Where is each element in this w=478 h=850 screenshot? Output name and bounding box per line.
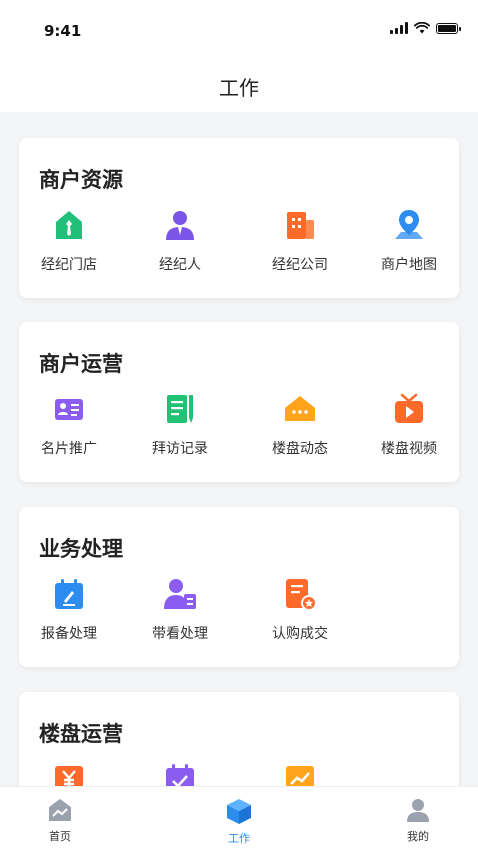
shortcut-card-promotion[interactable]: 名片推广 <box>19 392 119 458</box>
header: 9:41 工作 <box>0 0 478 112</box>
app-screen: 9:41 工作 商户资源 经纪门店 经纪人 经纪公司 商户地图 商户运营 名片推… <box>0 0 478 850</box>
shortcut-label: 报备处理 <box>41 626 97 642</box>
shortcut-grid: 名片推广 拜访记录 楼盘动态 楼盘视频 <box>19 392 459 458</box>
section-merchant-operation: 商户运营 名片推广 拜访记录 楼盘动态 楼盘视频 <box>19 322 459 482</box>
business-card-icon <box>52 392 86 426</box>
section-title: 商户运营 <box>39 352 123 376</box>
document-badge-icon <box>283 577 317 611</box>
shortcut-subscription-deal[interactable]: 认购成交 <box>241 577 359 643</box>
shortcut-label: 认购成交 <box>272 626 328 642</box>
calendar-edit-icon <box>52 577 86 611</box>
shortcut-visit-records[interactable]: 拜访记录 <box>119 392 241 458</box>
tab-label: 工作 <box>228 832 250 845</box>
shortcut-viewing-processing[interactable]: 带看处理 <box>119 577 241 643</box>
shortcut-store[interactable]: 经纪门店 <box>19 208 119 274</box>
shortcut-label: 商户地图 <box>381 257 437 273</box>
shortcut-label: 带看处理 <box>152 626 208 642</box>
shortcut-label: 经纪门店 <box>41 257 97 273</box>
tab-mine[interactable]: 我的 <box>358 787 478 850</box>
status-icons <box>390 22 461 34</box>
tv-play-icon <box>392 392 426 426</box>
shortcut-report-processing[interactable]: 报备处理 <box>19 577 119 643</box>
shortcut-label: 楼盘动态 <box>272 441 328 457</box>
tab-home[interactable]: 首页 <box>0 787 120 850</box>
section-title: 业务处理 <box>39 537 123 561</box>
company-building-icon <box>283 208 317 242</box>
section-title: 商户资源 <box>39 168 123 192</box>
store-icon <box>52 208 86 242</box>
shortcut-label: 楼盘视频 <box>381 441 437 457</box>
bottom-tab-bar: 首页 工作 我的 <box>0 786 478 850</box>
house-chat-icon <box>283 392 317 426</box>
shortcut-label: 经纪人 <box>159 257 201 273</box>
tab-work[interactable]: 工作 <box>179 787 299 850</box>
shortcut-property-video[interactable]: 楼盘视频 <box>359 392 459 458</box>
agent-icon <box>163 208 197 242</box>
wifi-icon <box>414 22 430 34</box>
person-icon <box>407 799 429 822</box>
map-pin-icon <box>392 208 426 242</box>
status-time: 9:41 <box>44 22 82 40</box>
shortcut-grid: 经纪门店 经纪人 经纪公司 商户地图 <box>19 208 459 274</box>
shortcut-company[interactable]: 经纪公司 <box>241 208 359 274</box>
section-title: 楼盘运营 <box>39 722 123 746</box>
shortcut-label: 拜访记录 <box>152 441 208 457</box>
tab-label: 我的 <box>407 830 429 843</box>
notepad-pen-icon <box>163 392 197 426</box>
shortcut-label: 名片推广 <box>41 441 97 457</box>
section-merchant-resources: 商户资源 经纪门店 经纪人 经纪公司 商户地图 <box>19 138 459 298</box>
signal-icon <box>390 22 408 34</box>
shortcut-grid: 报备处理 带看处理 认购成交 <box>19 577 459 643</box>
shortcut-merchant-map[interactable]: 商户地图 <box>359 208 459 274</box>
cube-icon <box>227 799 251 824</box>
shortcut-label: 经纪公司 <box>272 257 328 273</box>
user-card-icon <box>163 577 197 611</box>
battery-icon <box>436 22 461 34</box>
shortcut-property-news[interactable]: 楼盘动态 <box>241 392 359 458</box>
shortcut-agent[interactable]: 经纪人 <box>119 208 241 274</box>
tab-label: 首页 <box>49 830 71 843</box>
home-chart-icon <box>49 799 71 821</box>
section-business-processing: 业务处理 报备处理 带看处理 认购成交 <box>19 507 459 667</box>
page-title: 工作 <box>219 76 259 100</box>
